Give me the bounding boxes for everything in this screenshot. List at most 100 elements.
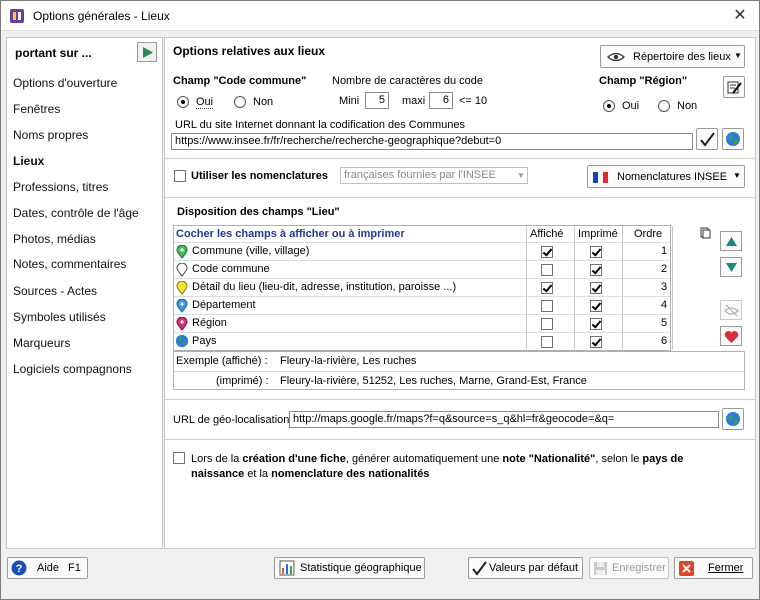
- favorite-button[interactable]: [720, 326, 742, 346]
- mini-input[interactable]: 5: [365, 92, 389, 109]
- sidebar-item-symboles[interactable]: Symboles utilisés: [13, 310, 106, 324]
- sidebar-item-photos[interactable]: Photos, médias: [13, 232, 96, 246]
- region-oui-label[interactable]: Oui: [622, 100, 639, 112]
- globe-icon: [726, 132, 740, 146]
- nationalite-t4: et la: [244, 468, 272, 480]
- region-oui-radio[interactable]: [603, 100, 615, 112]
- edit-region-button[interactable]: [723, 76, 745, 98]
- row-label: Code commune: [192, 263, 270, 275]
- code-commune-non-radio[interactable]: [234, 96, 246, 108]
- row-label: Commune (ville, village): [192, 245, 310, 257]
- arrow-down-icon: [726, 263, 737, 272]
- eye-off-icon: [724, 304, 739, 317]
- nomenclatures-insee-label: Nomenclatures INSEE: [617, 171, 728, 183]
- copy-icon[interactable]: [699, 227, 711, 239]
- help-icon: ?: [11, 560, 27, 576]
- left-heading: portant sur ...: [15, 46, 92, 60]
- table-row[interactable]: Région 5: [174, 314, 670, 332]
- stat-geo-button[interactable]: Statistique géographique: [274, 557, 425, 579]
- fermer-button[interactable]: Fermer: [674, 557, 753, 579]
- go-button[interactable]: [137, 42, 157, 62]
- aide-button[interactable]: ? Aide F1: [7, 557, 88, 579]
- yellow-pin-icon: [176, 281, 188, 295]
- printed-checkbox[interactable]: [590, 264, 602, 276]
- url-codif-input[interactable]: https://www.insee.fr/fr/recherche/recher…: [171, 133, 693, 150]
- region-non-label[interactable]: Non: [677, 100, 697, 112]
- sidebar-item-marqueurs[interactable]: Marqueurs: [13, 336, 70, 350]
- shown-checkbox[interactable]: [541, 264, 553, 276]
- shown-checkbox[interactable]: [541, 246, 553, 258]
- code-commune-oui-label[interactable]: Oui: [196, 96, 214, 109]
- nationalite-t1: Lors de la: [191, 453, 243, 465]
- repertoire-lieux-button[interactable]: Répertoire des lieux ▼: [600, 45, 745, 68]
- sidebar-item-lieux[interactable]: Lieux: [13, 154, 44, 168]
- sidebar-item-fenetres[interactable]: Fenêtres: [13, 102, 60, 116]
- move-down-button[interactable]: [720, 257, 742, 277]
- url-codif-label: URL du site Internet donnant la codifica…: [175, 119, 466, 131]
- shown-checkbox[interactable]: [541, 318, 553, 330]
- geo-url-input[interactable]: http://maps.google.fr/maps?f=q&source=s_…: [289, 411, 719, 428]
- blue-pin-icon: [176, 299, 188, 313]
- shown-checkbox[interactable]: [541, 336, 553, 348]
- sidebar-item-logiciels[interactable]: Logiciels compagnons: [13, 362, 132, 376]
- aide-key: F1: [68, 562, 81, 574]
- sidebar-item-noms-propres[interactable]: Noms propres: [13, 128, 88, 142]
- green-pin-icon: [176, 245, 188, 259]
- table-row[interactable]: Commune (ville, village) 1: [174, 242, 670, 260]
- nationalite-checkbox[interactable]: [173, 452, 185, 464]
- open-url-button[interactable]: [722, 128, 744, 150]
- save-button[interactable]: Enregistrer: [589, 557, 669, 579]
- region-non-radio[interactable]: [658, 100, 670, 112]
- printed-checkbox[interactable]: [590, 282, 602, 294]
- nomenclatures-insee-button[interactable]: Nomenclatures INSEE ▼: [587, 165, 745, 188]
- printed-checkbox[interactable]: [590, 300, 602, 312]
- move-up-button[interactable]: [720, 231, 742, 251]
- sidebar-item-sources[interactable]: Sources - Actes: [13, 284, 97, 298]
- nomenclatures-checkbox[interactable]: [174, 170, 186, 182]
- validate-url-button[interactable]: [696, 128, 718, 150]
- row-order: 6: [661, 335, 668, 347]
- printed-checkbox[interactable]: [590, 246, 602, 258]
- checkmark-icon: [700, 132, 715, 147]
- shown-checkbox[interactable]: [541, 282, 553, 294]
- maxi-input[interactable]: 6: [429, 92, 453, 109]
- nomenclatures-label: Utiliser les nomenclatures: [191, 170, 328, 182]
- open-geo-url-button[interactable]: [722, 408, 744, 430]
- printed-checkbox[interactable]: [590, 318, 602, 330]
- play-icon: [143, 47, 153, 58]
- nomenclatures-combo[interactable]: françaises fournies par l'INSEE: [340, 167, 528, 184]
- shown-checkbox[interactable]: [541, 300, 553, 312]
- mini-label: Mini: [339, 95, 360, 107]
- row-label: Région: [192, 317, 227, 329]
- table-row[interactable]: Détail du lieu (lieu-dit, adresse, insti…: [174, 278, 670, 296]
- sidebar-item-dates[interactable]: Dates, contrôle de l'âge: [13, 206, 139, 220]
- combo-arrow-icon: ▼: [517, 171, 525, 180]
- edit-note-icon: [727, 81, 742, 94]
- svg-text:?: ?: [16, 563, 23, 575]
- row-order: 5: [661, 317, 668, 329]
- heart-icon: [724, 331, 739, 343]
- french-flag-icon: [593, 172, 608, 183]
- arrow-up-icon: [726, 237, 737, 246]
- row-order: 4: [661, 299, 668, 311]
- sidebar-item-notes[interactable]: Notes, commentaires: [13, 257, 126, 271]
- row-order: 1: [661, 245, 668, 257]
- close-icon[interactable]: ✕: [729, 5, 751, 27]
- nationalite-b4: nomenclature des nationalités: [271, 468, 430, 480]
- separator: [165, 197, 755, 198]
- geo-url-label: URL de géo-localisation: [173, 414, 290, 426]
- hide-button[interactable]: [720, 300, 742, 320]
- table-row[interactable]: Département 4: [174, 296, 670, 314]
- table-row[interactable]: Code commune 2: [174, 260, 670, 278]
- table-row[interactable]: Pays 6: [174, 332, 670, 350]
- sidebar-item-professions[interactable]: Professions, titres: [13, 180, 108, 194]
- code-commune-oui-radio[interactable]: [177, 96, 189, 108]
- sidebar-item-options-ouverture[interactable]: Options d'ouverture: [13, 76, 117, 90]
- nationalite-b2: note "Nationalité": [502, 453, 596, 465]
- fields-grid: Cocher les champs à afficher ou à imprim…: [173, 225, 673, 351]
- red-pin-icon: [176, 317, 188, 331]
- window-title: Options générales - Lieux: [33, 9, 170, 23]
- code-commune-non-label[interactable]: Non: [253, 96, 273, 108]
- defaults-button[interactable]: Valeurs par défaut: [468, 557, 583, 579]
- printed-checkbox[interactable]: [590, 336, 602, 348]
